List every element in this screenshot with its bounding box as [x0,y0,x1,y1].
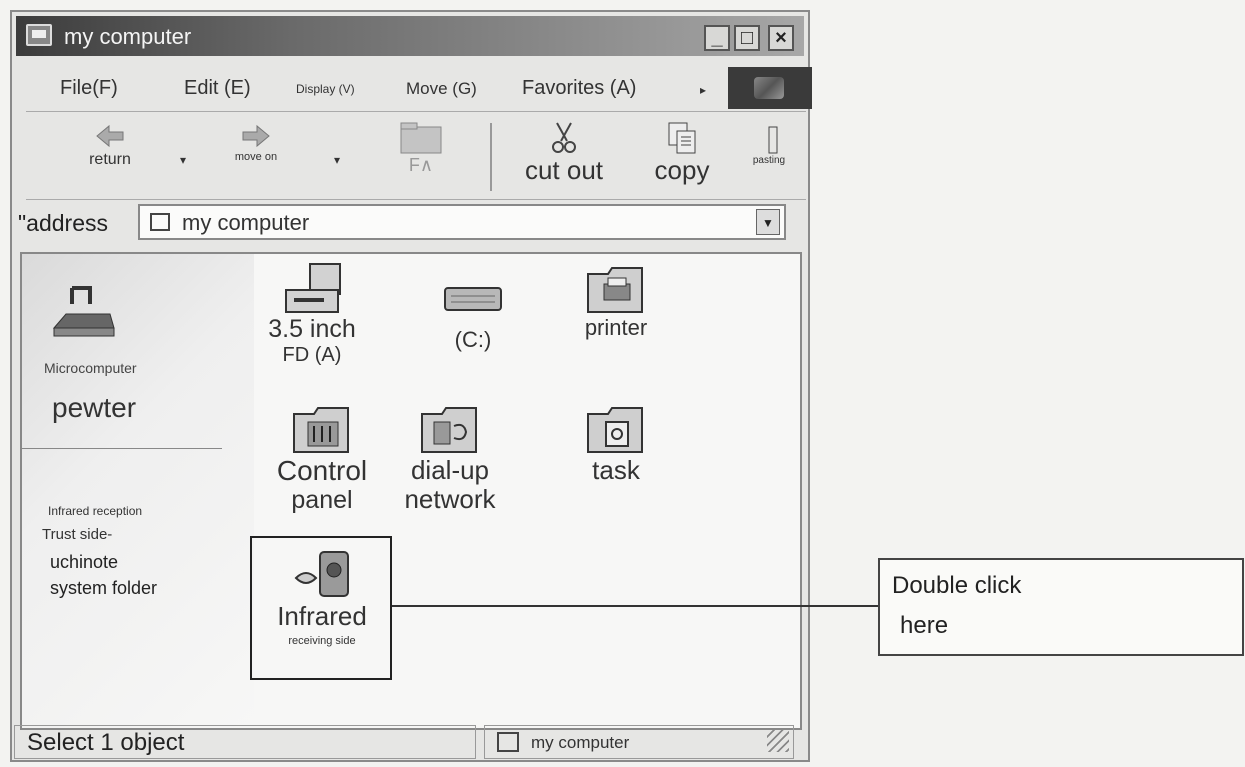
back-arrow-icon [96,124,124,148]
info-divider [22,448,222,449]
forward-button[interactable]: move on [216,121,296,163]
address-dropdown-button[interactable]: ▼ [756,209,780,235]
menu-bar: File(F) Edit (E) Display (V) Move (G) Fa… [26,67,812,112]
hard-drive-icon [444,287,502,311]
item-label-2: network [404,483,496,514]
menu-edit[interactable]: Edit (E) [184,77,251,100]
window-title: my computer [64,24,192,49]
address-bar: "address my computer ▼ [18,200,798,248]
minimize-button[interactable]: _ [704,25,730,51]
explorer-window: my computer _ □ × File(F) Edit (E) Displ… [10,10,812,762]
item-printer[interactable]: printer [564,262,668,340]
item-label-1: printer [584,315,648,340]
dialup-network-folder-icon [421,407,477,453]
cut-label: cut out [524,155,604,185]
item-label-1: 3.5 inch [268,315,356,343]
info-text-1: Infrared reception [48,504,143,518]
folder-up-icon [400,122,442,154]
info-subtitle: Microcomputer [44,360,137,376]
status-text: Select 1 object [27,729,185,756]
item-label-2: FD (A) [282,343,342,366]
address-value: my computer [182,210,310,235]
status-right-panel: my computer [484,725,794,759]
callout-line-2: here [900,612,949,639]
item-dialup-network[interactable]: dial-up network [394,402,506,513]
up-button[interactable]: F∧ [386,121,456,176]
status-location: my computer [531,733,630,752]
cut-button[interactable]: cut out [514,121,614,186]
info-text-4: system folder [50,578,158,598]
menu-more-arrow[interactable]: ▸ [700,83,706,97]
menu-display[interactable]: Display (V) [296,82,355,96]
copy-label: copy [654,155,710,185]
item-label-1: (C:) [454,327,492,352]
windows-logo [728,67,812,109]
floppy-drive-icon [285,263,341,313]
computer-icon [497,732,519,752]
maximize-button[interactable]: □ [734,25,760,51]
title-bar[interactable]: my computer _ □ × [16,16,804,56]
computer-icon [26,24,52,46]
info-name: pewter [52,392,137,423]
forward-dropdown[interactable]: ▾ [334,153,340,167]
toolbar: return ▾ move on ▾ F∧ cut out copy pasti… [26,115,806,200]
paste-button[interactable]: pasting [744,121,794,166]
info-text-2: Trust side- [42,526,113,543]
copy-button[interactable]: copy [642,121,722,186]
back-button[interactable]: return [70,121,150,169]
back-dropdown[interactable]: ▾ [180,153,186,167]
callout-box: Double click here [878,558,1244,656]
status-bar: Select 1 object my computer [14,725,794,761]
forward-arrow-icon [242,124,270,148]
callout-line-1: Double click [892,572,1022,599]
item-task[interactable]: task [564,402,668,485]
computer-icon [150,213,170,231]
up-label: F∧ [408,155,434,175]
item-label-1: dial-up [410,455,490,485]
scissors-icon [552,122,576,153]
address-label: "address [18,210,108,236]
address-input[interactable]: my computer ▼ [138,204,786,240]
menu-move[interactable]: Move (G) [406,79,477,99]
paste-label: pasting [752,155,786,166]
back-label: return [89,151,131,168]
task-folder-icon [587,407,643,453]
status-left-panel: Select 1 object [14,725,476,759]
menu-file[interactable]: File(F) [60,77,118,100]
item-hard-drive[interactable]: (C:) [418,280,528,352]
close-button[interactable]: × [768,25,794,51]
copy-icon [668,122,696,154]
windows-flag-icon [754,77,784,99]
printer-folder-icon [587,267,643,313]
forward-label: move on [234,151,278,163]
item-floppy-drive[interactable]: 3.5 inch FD (A) [252,262,372,366]
paste-icon [768,126,778,154]
item-label-1: task [592,455,640,485]
item-label-1: Control [276,455,368,486]
item-control-panel[interactable]: Control panel [264,402,380,514]
menu-favorites[interactable]: Favorites (A) [522,77,636,100]
info-pane: Microcomputer pewter Infrared reception … [22,254,254,728]
computer-large-icon [52,286,115,337]
infrared-highlight-box [250,536,392,680]
control-panel-folder-icon [293,407,349,453]
toolbar-separator [490,123,492,191]
item-label-2: panel [291,485,353,514]
callout-connector [392,605,880,607]
resize-grip[interactable] [767,730,789,752]
info-text-3: uchinote [50,552,119,572]
